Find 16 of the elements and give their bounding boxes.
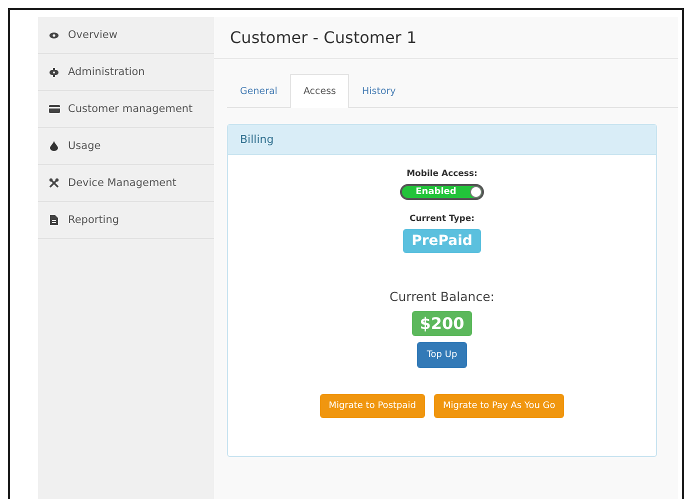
eye-icon bbox=[49, 32, 59, 38]
card-icon bbox=[48, 105, 60, 113]
tools-icon bbox=[49, 178, 59, 188]
field-label: Current Type: bbox=[409, 214, 475, 224]
top-up-button[interactable]: Top Up bbox=[416, 342, 468, 368]
tab[interactable]: History bbox=[348, 74, 409, 107]
panel-title: Billing bbox=[228, 125, 656, 155]
page-title: Customer - Customer 1 bbox=[230, 28, 417, 47]
balance-label: Current Balance: bbox=[390, 289, 494, 304]
tab[interactable]: Access bbox=[290, 74, 349, 108]
type-badge: PrePaid bbox=[402, 229, 482, 253]
field-label: Mobile Access: bbox=[406, 169, 478, 179]
file-icon bbox=[50, 215, 58, 225]
tab[interactable]: General bbox=[227, 74, 290, 107]
drop-icon bbox=[50, 141, 58, 151]
balance-badge: $200 bbox=[412, 311, 472, 336]
